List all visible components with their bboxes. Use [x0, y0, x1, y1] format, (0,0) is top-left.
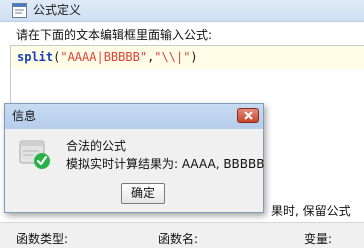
- window-title-bar: 公式定义: [0, 0, 364, 22]
- dialog-close-button[interactable]: [237, 108, 259, 123]
- func-name-label: 函数名:: [158, 232, 199, 246]
- formula-arg1: "AAAA|BBBBB": [60, 50, 148, 64]
- variable-label: 变量:: [304, 232, 333, 246]
- keep-formula-hint: 果时, 保留公式: [271, 204, 351, 218]
- screen: 公式定义 请在下面的文本编辑框里面输入公式: split("AAAA|BBBBB…: [0, 0, 364, 248]
- func-type-label: 函数类型:: [16, 232, 69, 246]
- instruction-text: 请在下面的文本编辑框里面输入公式:: [16, 28, 213, 42]
- info-dialog: 信息 合法的公式 模拟实时计算结果为: AAAA, BBBBB 确定: [4, 103, 265, 213]
- formula-window-icon: [12, 3, 27, 18]
- success-check-icon: [19, 140, 50, 169]
- formula-input[interactable]: split("AAAA|BBBBB","\\|"): [10, 45, 364, 69]
- ok-button[interactable]: 确定: [121, 183, 165, 204]
- dialog-message-result: 模拟实时计算结果为: AAAA, BBBBB: [66, 157, 265, 171]
- formula-close-paren: ): [190, 50, 198, 64]
- dialog-title: 信息: [12, 109, 37, 123]
- dialog-message-title: 合法的公式: [66, 139, 127, 153]
- dialog-title-bar[interactable]: 信息: [5, 104, 263, 129]
- formula-arg2: "\\|": [154, 50, 191, 64]
- formula-function: split: [17, 50, 54, 64]
- formula-text: split("AAAA|BBBBB","\\|"): [17, 49, 198, 65]
- window-title: 公式定义: [33, 3, 82, 17]
- close-icon: [244, 111, 253, 120]
